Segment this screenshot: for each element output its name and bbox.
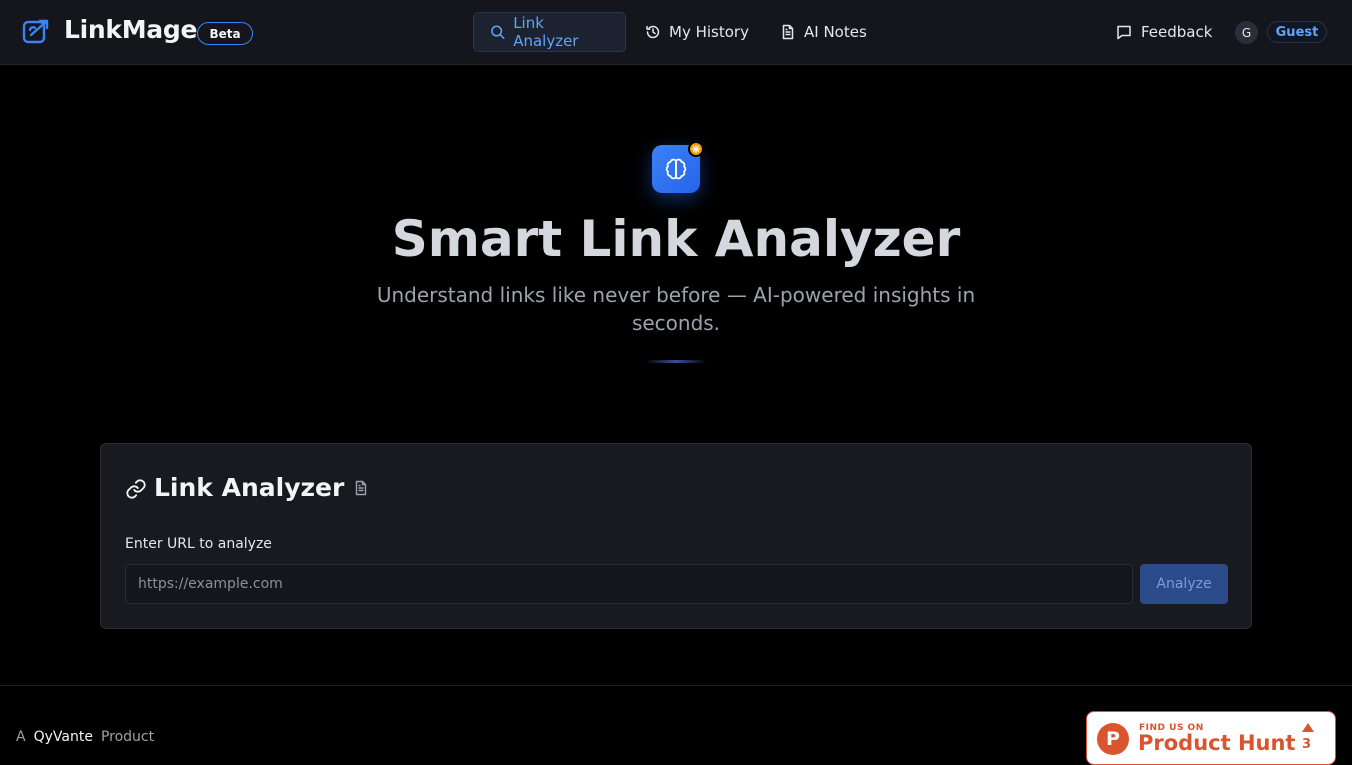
footer-suffix: Product bbox=[100, 729, 155, 745]
footer-credit: A QyVante Product bbox=[16, 729, 154, 745]
nav-ai-notes-label: AI Notes bbox=[804, 23, 867, 41]
beta-badge: Beta bbox=[197, 22, 253, 45]
footer-brand-link[interactable]: QyVante bbox=[34, 729, 93, 745]
nav-link-analyzer[interactable]: Link Analyzer bbox=[473, 12, 626, 52]
card-title: Link Analyzer bbox=[154, 473, 345, 502]
product-hunt-big-text: Product Hunt bbox=[1138, 731, 1296, 755]
url-input-label: Enter URL to analyze bbox=[125, 536, 272, 552]
product-hunt-badge[interactable]: P FIND US ON Product Hunt 3 bbox=[1086, 711, 1336, 765]
nav-link-analyzer-label: Link Analyzer bbox=[513, 14, 579, 50]
nav-my-history[interactable]: My History bbox=[629, 12, 765, 52]
top-nav-bar: LinkMage Beta Link Analyzer My History A… bbox=[0, 0, 1352, 65]
avatar[interactable]: G bbox=[1235, 21, 1258, 44]
link-icon bbox=[126, 479, 146, 499]
nav-my-history-label: My History bbox=[669, 23, 749, 41]
search-icon bbox=[491, 25, 505, 39]
hero-divider bbox=[645, 360, 707, 363]
brain-icon bbox=[665, 158, 687, 180]
analyze-button[interactable]: Analyze bbox=[1140, 564, 1228, 604]
sparkle-icon bbox=[688, 141, 704, 157]
footer: A QyVante Product P FIND US ON Product H… bbox=[0, 685, 1352, 765]
logo-icon[interactable] bbox=[22, 18, 50, 46]
message-icon bbox=[1117, 25, 1131, 40]
page-subtitle: Understand links like never before — AI-… bbox=[376, 283, 976, 335]
notes-document-icon[interactable] bbox=[353, 480, 369, 496]
app-name[interactable]: LinkMage bbox=[64, 15, 197, 44]
nav-ai-notes[interactable]: AI Notes bbox=[764, 12, 883, 52]
feedback-button[interactable]: Feedback bbox=[1116, 12, 1212, 52]
footer-prefix: A bbox=[16, 729, 26, 745]
url-input[interactable] bbox=[125, 564, 1133, 604]
history-icon bbox=[646, 25, 660, 39]
user-status-badge[interactable]: Guest bbox=[1267, 21, 1327, 43]
document-icon bbox=[782, 24, 794, 40]
page-title: Smart Link Analyzer bbox=[391, 210, 961, 268]
upvote-arrow-icon bbox=[1302, 723, 1314, 732]
feedback-label: Feedback bbox=[1141, 23, 1213, 41]
link-analyzer-card: Link Analyzer Enter URL to analyze Analy… bbox=[100, 443, 1252, 629]
upvote-count: 3 bbox=[1302, 737, 1312, 752]
product-hunt-logo-icon: P bbox=[1097, 723, 1129, 755]
